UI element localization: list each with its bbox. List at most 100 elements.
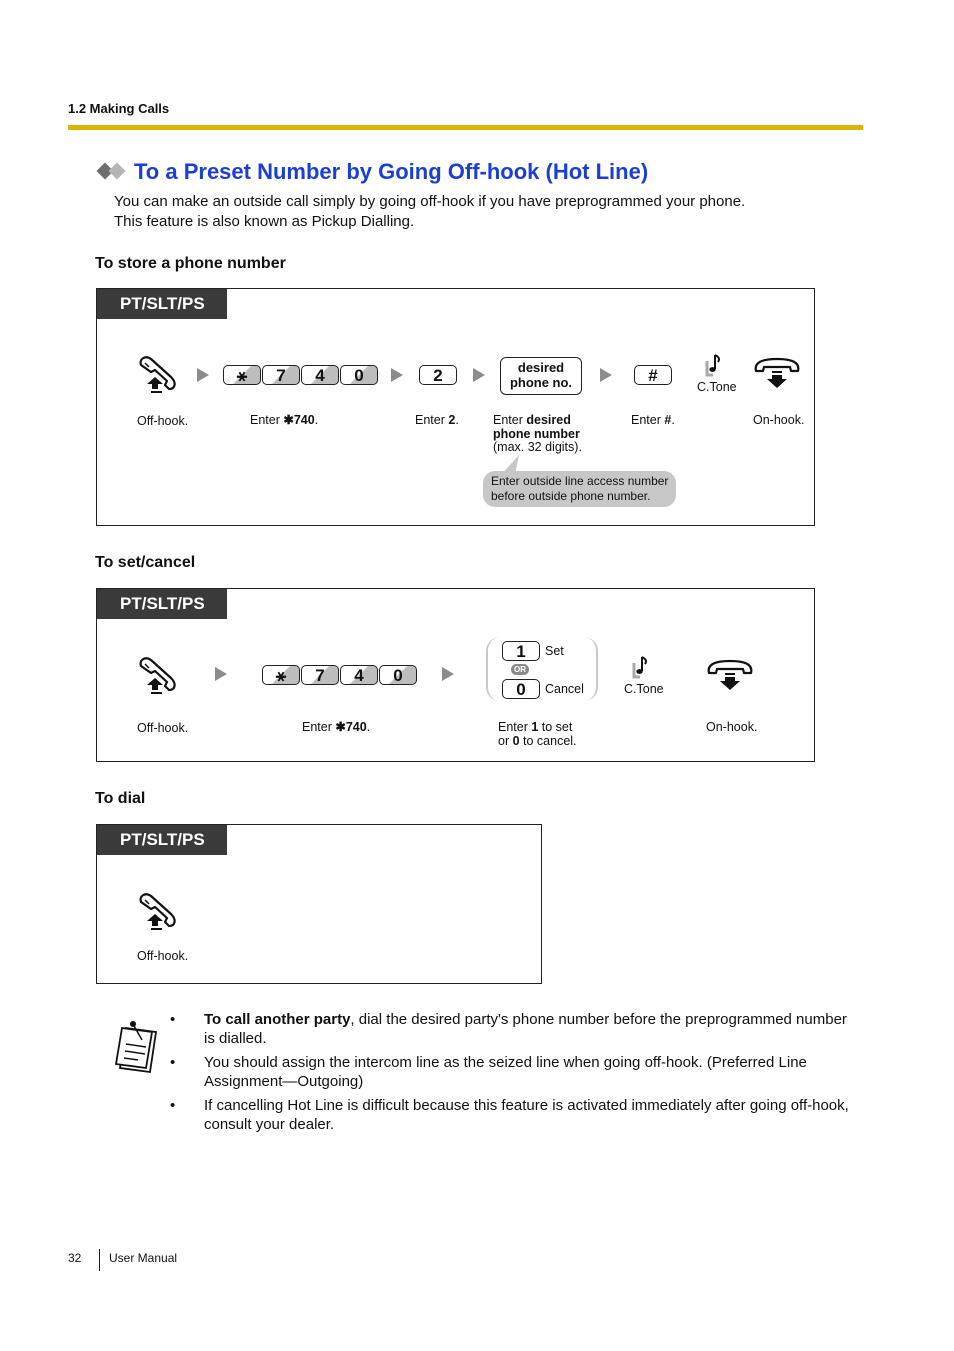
offhook-label: Off-hook. [137, 949, 189, 963]
arrow-icon [473, 368, 485, 382]
label-text: Enter [498, 720, 532, 734]
confirmation-tone-icon [705, 353, 721, 377]
dial-heading: To dial [95, 790, 146, 807]
label-bold: phone number [493, 426, 580, 441]
ctone-label: C.Tone [624, 682, 664, 696]
key-text: desired [517, 360, 565, 375]
enter-desired-label: Enter desired phone number (max. 32 digi… [493, 413, 582, 455]
note-item: • You should assign the intercom line as … [170, 1053, 860, 1091]
label-text: Enter [302, 720, 336, 734]
section-label: 1.2 Making Calls [68, 101, 170, 116]
hash-key-group: # [634, 365, 672, 385]
right-bracket [584, 637, 598, 701]
key-1: 1 [502, 641, 540, 661]
dial-procedure-box: PT/SLT/PS Off-hook. [96, 824, 542, 984]
set-label: Set [545, 644, 564, 658]
page-number: 32 [68, 1251, 82, 1265]
or-badge: OR [511, 664, 529, 675]
note-item: • If cancelling Hot Line is difficult bec… [170, 1096, 860, 1134]
key-text: phone no. [509, 375, 573, 390]
bullet: • [170, 1054, 176, 1071]
feature-code-keys: ⚹ 7 4 0 [223, 365, 378, 385]
note-pad-icon [114, 1021, 158, 1074]
key-0: 0 [502, 679, 540, 699]
cancel-key-group: 0 [502, 679, 540, 699]
key-hash: # [634, 365, 672, 385]
ctone-label: C.Tone [697, 380, 737, 394]
arrow-icon [391, 368, 403, 382]
store-heading: To store a phone number [95, 255, 286, 272]
label-bold: desired [526, 413, 571, 427]
intro-line: This feature is also known as Pickup Dia… [114, 213, 415, 230]
key-star: ⚹ [262, 665, 300, 685]
intro-text: You can make an outside call simply by g… [114, 192, 745, 232]
feature-code-keys: ⚹ 7 4 0 [262, 665, 417, 685]
notes-list: • To call another party, dial the desired… [170, 1010, 860, 1139]
note-item: • To call another party, dial the desired… [170, 1010, 860, 1048]
key-7: 7 [301, 665, 339, 685]
phone-type-tag: PT/SLT/PS [97, 589, 227, 619]
onhook-label: On-hook. [706, 720, 758, 734]
bullet: • [170, 1097, 176, 1114]
arrow-icon [442, 667, 454, 681]
setcancel-heading: To set/cancel [95, 554, 196, 571]
label-text: Enter [631, 413, 665, 427]
bullet: • [170, 1011, 176, 1028]
phone-type-tag: PT/SLT/PS [97, 289, 227, 319]
tip-text: before outside phone number. [491, 489, 651, 503]
label-text: (max. 32 digits). [493, 440, 582, 454]
label-text: . [314, 413, 319, 427]
onhook-icon [707, 659, 753, 692]
label-text: Enter [415, 413, 449, 427]
header-rule [68, 125, 863, 130]
arrow-icon [197, 368, 209, 382]
tip-bubble: Enter outside line access number before … [483, 471, 677, 507]
key-7: 7 [262, 365, 300, 385]
enter-2-label: Enter 2. [415, 413, 459, 428]
label-text: Enter [250, 413, 284, 427]
setcancel-procedure-box: PT/SLT/PS ⚹ 7 4 0 1 Set OR 0 Cancel C.To… [96, 588, 815, 762]
set-cancel-instruction: Enter 1 to set or 0 to cancel. [498, 720, 577, 748]
label-text: Enter [493, 413, 527, 427]
label-text: to set [538, 720, 573, 734]
title-row: To a Preset Number by Going Off-hook (Ho… [96, 159, 648, 185]
key-0: 0 [379, 665, 417, 685]
key-2-group: 2 [419, 365, 457, 385]
intro-line: You can make an outside call simply by g… [114, 193, 746, 210]
label-text: . [455, 413, 459, 427]
enter-hash-label: Enter #. [631, 413, 675, 428]
footer-divider [99, 1249, 100, 1271]
arrow-icon [600, 368, 612, 382]
key-4: 4 [340, 665, 378, 685]
label-text: . [671, 413, 675, 427]
label-bold: ✱740 [283, 413, 315, 427]
diamond-bullet-icon [96, 162, 130, 182]
key-0: 0 [340, 365, 378, 385]
left-bracket [486, 637, 500, 701]
onhook-label: On-hook. [753, 413, 805, 427]
store-procedure-box: PT/SLT/PS ⚹ 7 4 0 2 desired phone no. # … [96, 288, 815, 526]
label-text: to cancel. [519, 733, 577, 748]
note-bold: To call another party [204, 1011, 351, 1028]
cancel-label: Cancel [545, 682, 584, 696]
footer-label: User Manual [109, 1251, 178, 1265]
offhook-icon [139, 657, 176, 696]
label-bold: 0 [512, 733, 520, 748]
key-star: ⚹ [223, 365, 261, 385]
key-2: 2 [419, 365, 457, 385]
offhook-label: Off-hook. [137, 721, 189, 735]
page-title: To a Preset Number by Going Off-hook (Ho… [134, 159, 649, 184]
arrow-icon [215, 667, 227, 681]
offhook-icon [139, 893, 176, 932]
offhook-icon [139, 356, 176, 395]
desired-phone-number-key: desired phone no. [500, 357, 582, 395]
note-text: You should assign the intercom line as t… [204, 1054, 807, 1090]
note-text: If cancelling Hot Line is difficult beca… [204, 1097, 849, 1133]
label-bold: ✱740 [335, 720, 367, 734]
confirmation-tone-icon [632, 655, 648, 679]
tip-text: Enter outside line access number [491, 474, 669, 488]
phone-type-tag: PT/SLT/PS [97, 825, 227, 855]
onhook-icon [754, 357, 800, 390]
enter-code-label: Enter ✱740. [302, 720, 370, 735]
enter-code-label: Enter ✱740. [250, 413, 319, 428]
